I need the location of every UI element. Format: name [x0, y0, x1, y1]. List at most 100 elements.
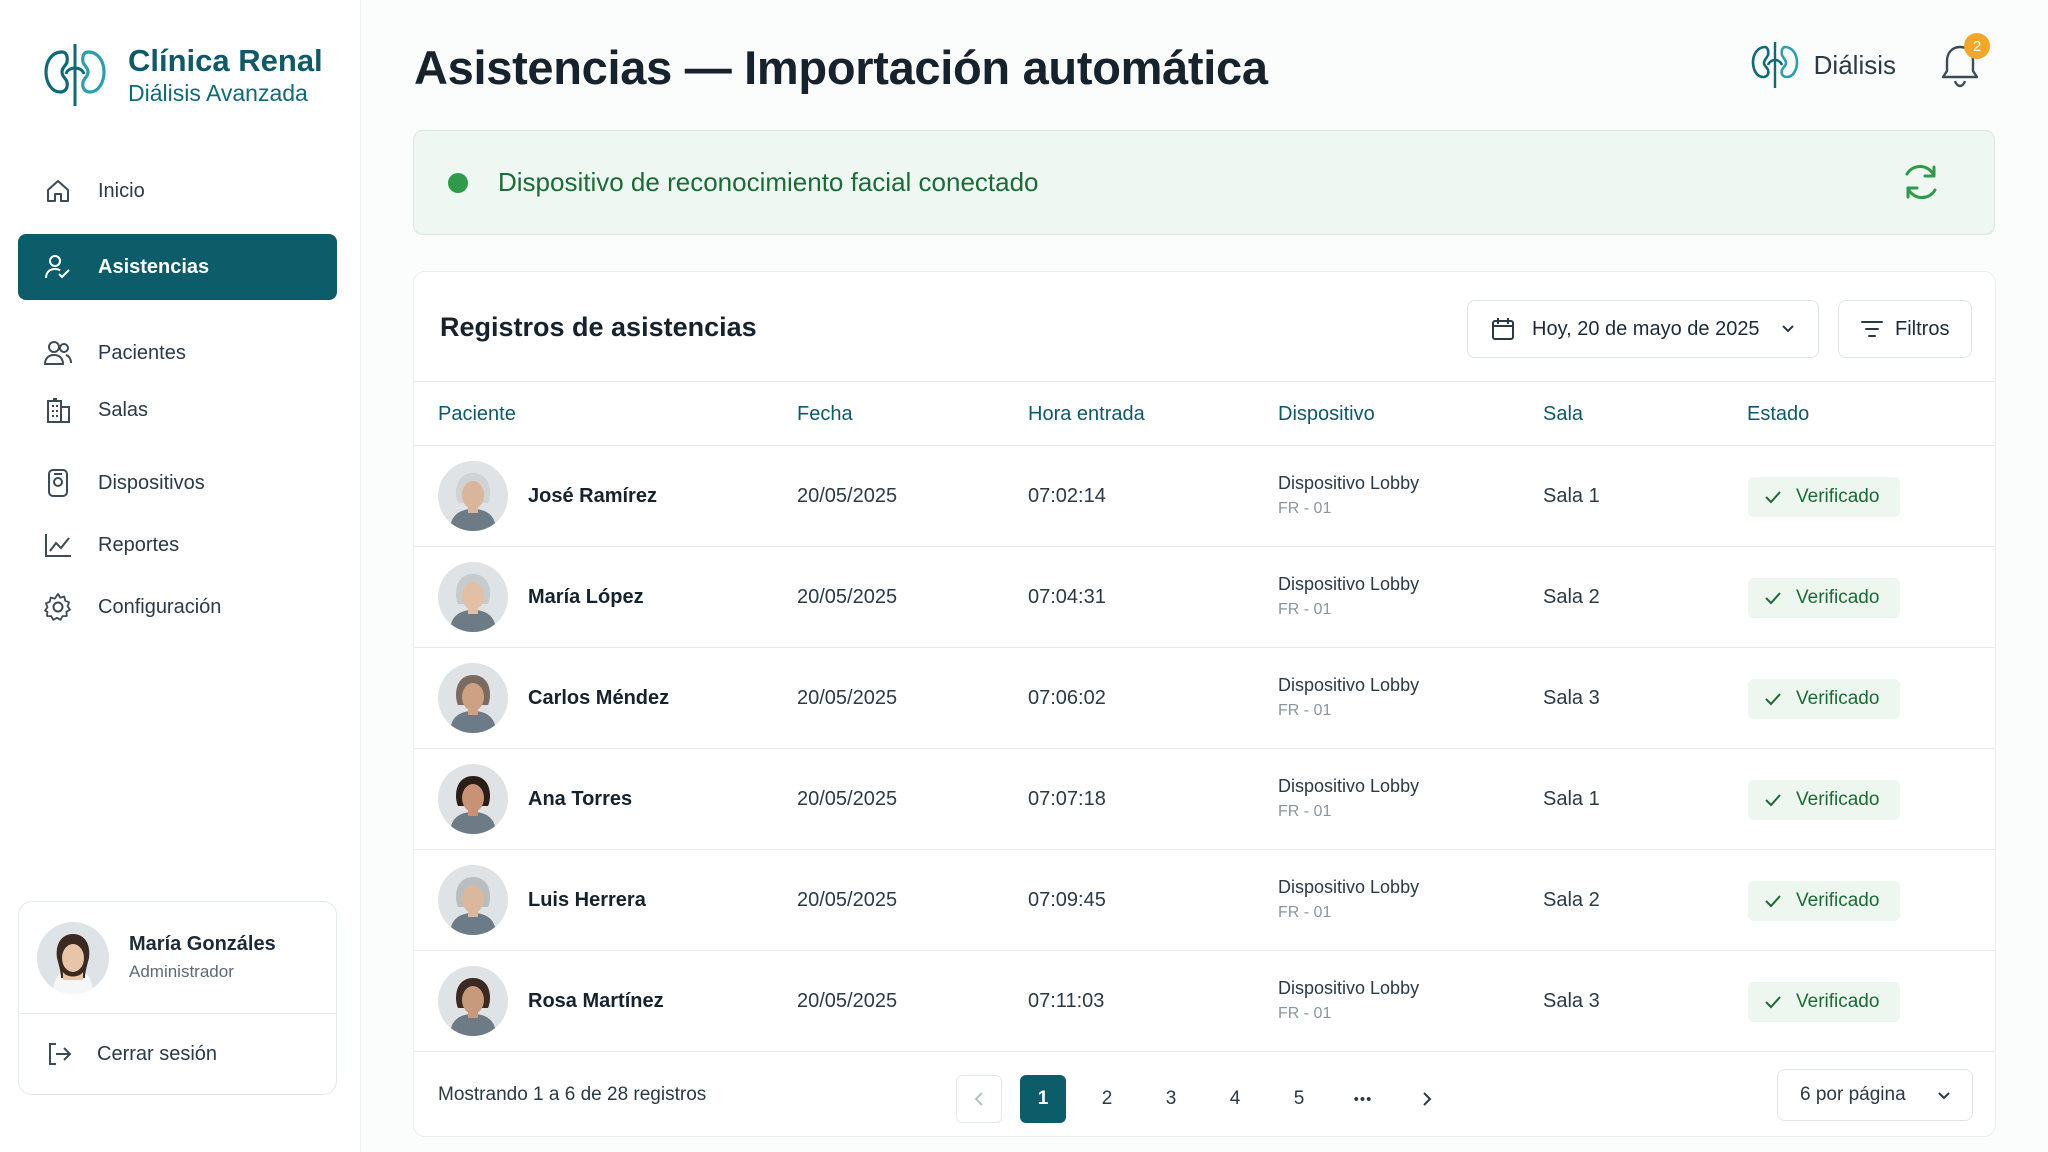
sidebar-item-inicio[interactable]: Inicio [18, 158, 337, 224]
date-cell: 20/05/2025 [797, 586, 898, 608]
avatar [438, 764, 508, 834]
module-label[interactable]: Diálisis [1814, 50, 1896, 81]
sidebar-item-label: Dispositivos [98, 471, 205, 494]
chevron-right-icon [1423, 1092, 1432, 1106]
patient-name[interactable]: María López [528, 586, 644, 609]
column-header-estado[interactable]: Estado [1747, 403, 1809, 426]
patient-name[interactable]: José Ramírez [528, 485, 657, 508]
patient-cell: Ana Torres [438, 764, 632, 834]
patient-cell: María López [438, 562, 644, 632]
status-badge: Verificado [1748, 881, 1900, 921]
time-cell: 07:07:18 [1028, 788, 1106, 810]
table-header: Paciente Fecha Hora entrada Dispositivo … [414, 382, 1995, 446]
patient-cell: Carlos Méndez [438, 663, 669, 733]
card-title: Registros de asistencias [440, 312, 757, 342]
device-name: Dispositivo Lobby [1278, 473, 1420, 493]
avatar [438, 663, 508, 733]
user-profile[interactable]: María Gonzáles Administrador [19, 902, 336, 1014]
patient-name[interactable]: Ana Torres [528, 788, 632, 811]
patient-name[interactable]: Rosa Martínez [528, 990, 664, 1013]
device-icon [42, 467, 74, 499]
column-header-sala[interactable]: Sala [1543, 403, 1583, 426]
device-id: FR - 01 [1278, 904, 1332, 921]
table-row[interactable]: Carlos Méndez 20/05/2025 07:06:02 Dispos… [414, 648, 1995, 749]
table-body: José Ramírez 20/05/2025 07:02:14 Disposi… [414, 446, 1995, 1052]
user-check-icon [42, 251, 74, 283]
table-row[interactable]: José Ramírez 20/05/2025 07:02:14 Disposi… [414, 446, 1995, 547]
device-cell: Dispositivo Lobby FR - 01 [1278, 877, 1419, 922]
room-cell: Sala 3 [1543, 687, 1600, 709]
patient-cell: Rosa Martínez [438, 966, 664, 1036]
table-row[interactable]: Luis Herrera 20/05/2025 07:09:45 Disposi… [414, 850, 1995, 951]
patient-name[interactable]: Carlos Méndez [528, 687, 669, 710]
per-page-select[interactable]: 6 por página [1777, 1069, 1973, 1121]
date-cell: 20/05/2025 [797, 889, 898, 911]
room-cell: Sala 2 [1543, 889, 1600, 911]
device-id: FR - 01 [1278, 1005, 1332, 1022]
sidebar: Clínica Renal Diálisis Avanzada Inicio A… [0, 0, 361, 1152]
date-filter-dropdown[interactable]: Hoy, 20 de mayo de 2025 [1467, 300, 1819, 358]
sidebar-item-salas[interactable]: Salas [18, 377, 337, 443]
sidebar-item-dispositivos[interactable]: Dispositivos [18, 450, 337, 516]
room-cell: Sala 2 [1543, 586, 1600, 608]
column-header-fecha[interactable]: Fecha [797, 403, 853, 426]
calendar-icon [1492, 318, 1514, 340]
column-header-paciente[interactable]: Paciente [438, 403, 516, 426]
device-cell: Dispositivo Lobby FR - 01 [1278, 978, 1419, 1023]
table-row[interactable]: Ana Torres 20/05/2025 07:07:18 Dispositi… [414, 749, 1995, 850]
time-cell: 07:06:02 [1028, 687, 1106, 709]
page-button-4[interactable]: 4 [1212, 1075, 1258, 1123]
table-row[interactable]: María López 20/05/2025 07:04:31 Disposit… [414, 547, 1995, 648]
avatar [438, 966, 508, 1036]
refresh-icon[interactable] [1900, 161, 1942, 203]
chevron-down-icon [1938, 1092, 1950, 1100]
logout-icon [45, 1040, 75, 1068]
sidebar-item-reportes[interactable]: Reportes [18, 512, 337, 578]
status-badge: Verificado [1748, 982, 1900, 1022]
status-badge: Verificado [1748, 477, 1900, 517]
page-title: Asistencias — Importación automática [414, 41, 1268, 94]
filters-button[interactable]: Filtros [1838, 300, 1972, 358]
column-header-dispositivo[interactable]: Dispositivo [1278, 403, 1375, 426]
status-label: Verificado [1796, 688, 1880, 709]
device-name: Dispositivo Lobby [1278, 978, 1420, 998]
page-button-5[interactable]: 5 [1276, 1075, 1322, 1123]
home-icon [42, 175, 74, 207]
date-cell: 20/05/2025 [797, 788, 898, 810]
card-header: Registros de asistencias Hoy, 20 de mayo… [414, 272, 1995, 382]
kidney-icon [1751, 42, 1798, 88]
page-button-2[interactable]: 2 [1084, 1075, 1130, 1123]
user-card: María Gonzáles Administrador Cerrar sesi… [18, 901, 337, 1095]
column-header-hora[interactable]: Hora entrada [1028, 403, 1145, 426]
sidebar-item-asistencias[interactable]: Asistencias [18, 234, 337, 300]
avatar [438, 461, 508, 531]
page-button-1[interactable]: 1 [1020, 1075, 1066, 1123]
avatar [438, 562, 508, 632]
patient-cell: Luis Herrera [438, 865, 646, 935]
logout-button[interactable]: Cerrar sesión [19, 1014, 336, 1094]
sidebar-item-configuracion[interactable]: Configuración [18, 574, 337, 640]
status-label: Verificado [1796, 991, 1880, 1012]
check-icon [1765, 794, 1781, 807]
device-id: FR - 01 [1278, 500, 1332, 517]
prev-page-button[interactable] [956, 1075, 1002, 1123]
patient-name[interactable]: Luis Herrera [528, 889, 646, 912]
table-row[interactable]: Rosa Martínez 20/05/2025 07:11:03 Dispos… [414, 951, 1995, 1052]
time-cell: 07:11:03 [1028, 990, 1105, 1012]
users-icon [42, 337, 74, 369]
user-role: Administrador [129, 962, 234, 981]
page-ellipsis[interactable]: ••• [1340, 1075, 1386, 1123]
next-page-button[interactable] [1404, 1075, 1450, 1123]
notifications-button[interactable]: 2 [1938, 33, 1990, 89]
sidebar-item-label: Pacientes [98, 341, 186, 364]
avatar [37, 921, 109, 994]
device-name: Dispositivo Lobby [1278, 574, 1420, 594]
brand[interactable]: Clínica Renal Diálisis Avanzada [38, 38, 323, 112]
chevron-down-icon [1782, 325, 1794, 333]
sidebar-item-label: Configuración [98, 595, 222, 618]
device-name: Dispositivo Lobby [1278, 776, 1420, 796]
check-icon [1765, 592, 1781, 605]
records-count: Mostrando 1 a 6 de 28 registros [438, 1084, 707, 1105]
page-button-3[interactable]: 3 [1148, 1075, 1194, 1123]
status-badge: Verificado [1748, 578, 1900, 618]
